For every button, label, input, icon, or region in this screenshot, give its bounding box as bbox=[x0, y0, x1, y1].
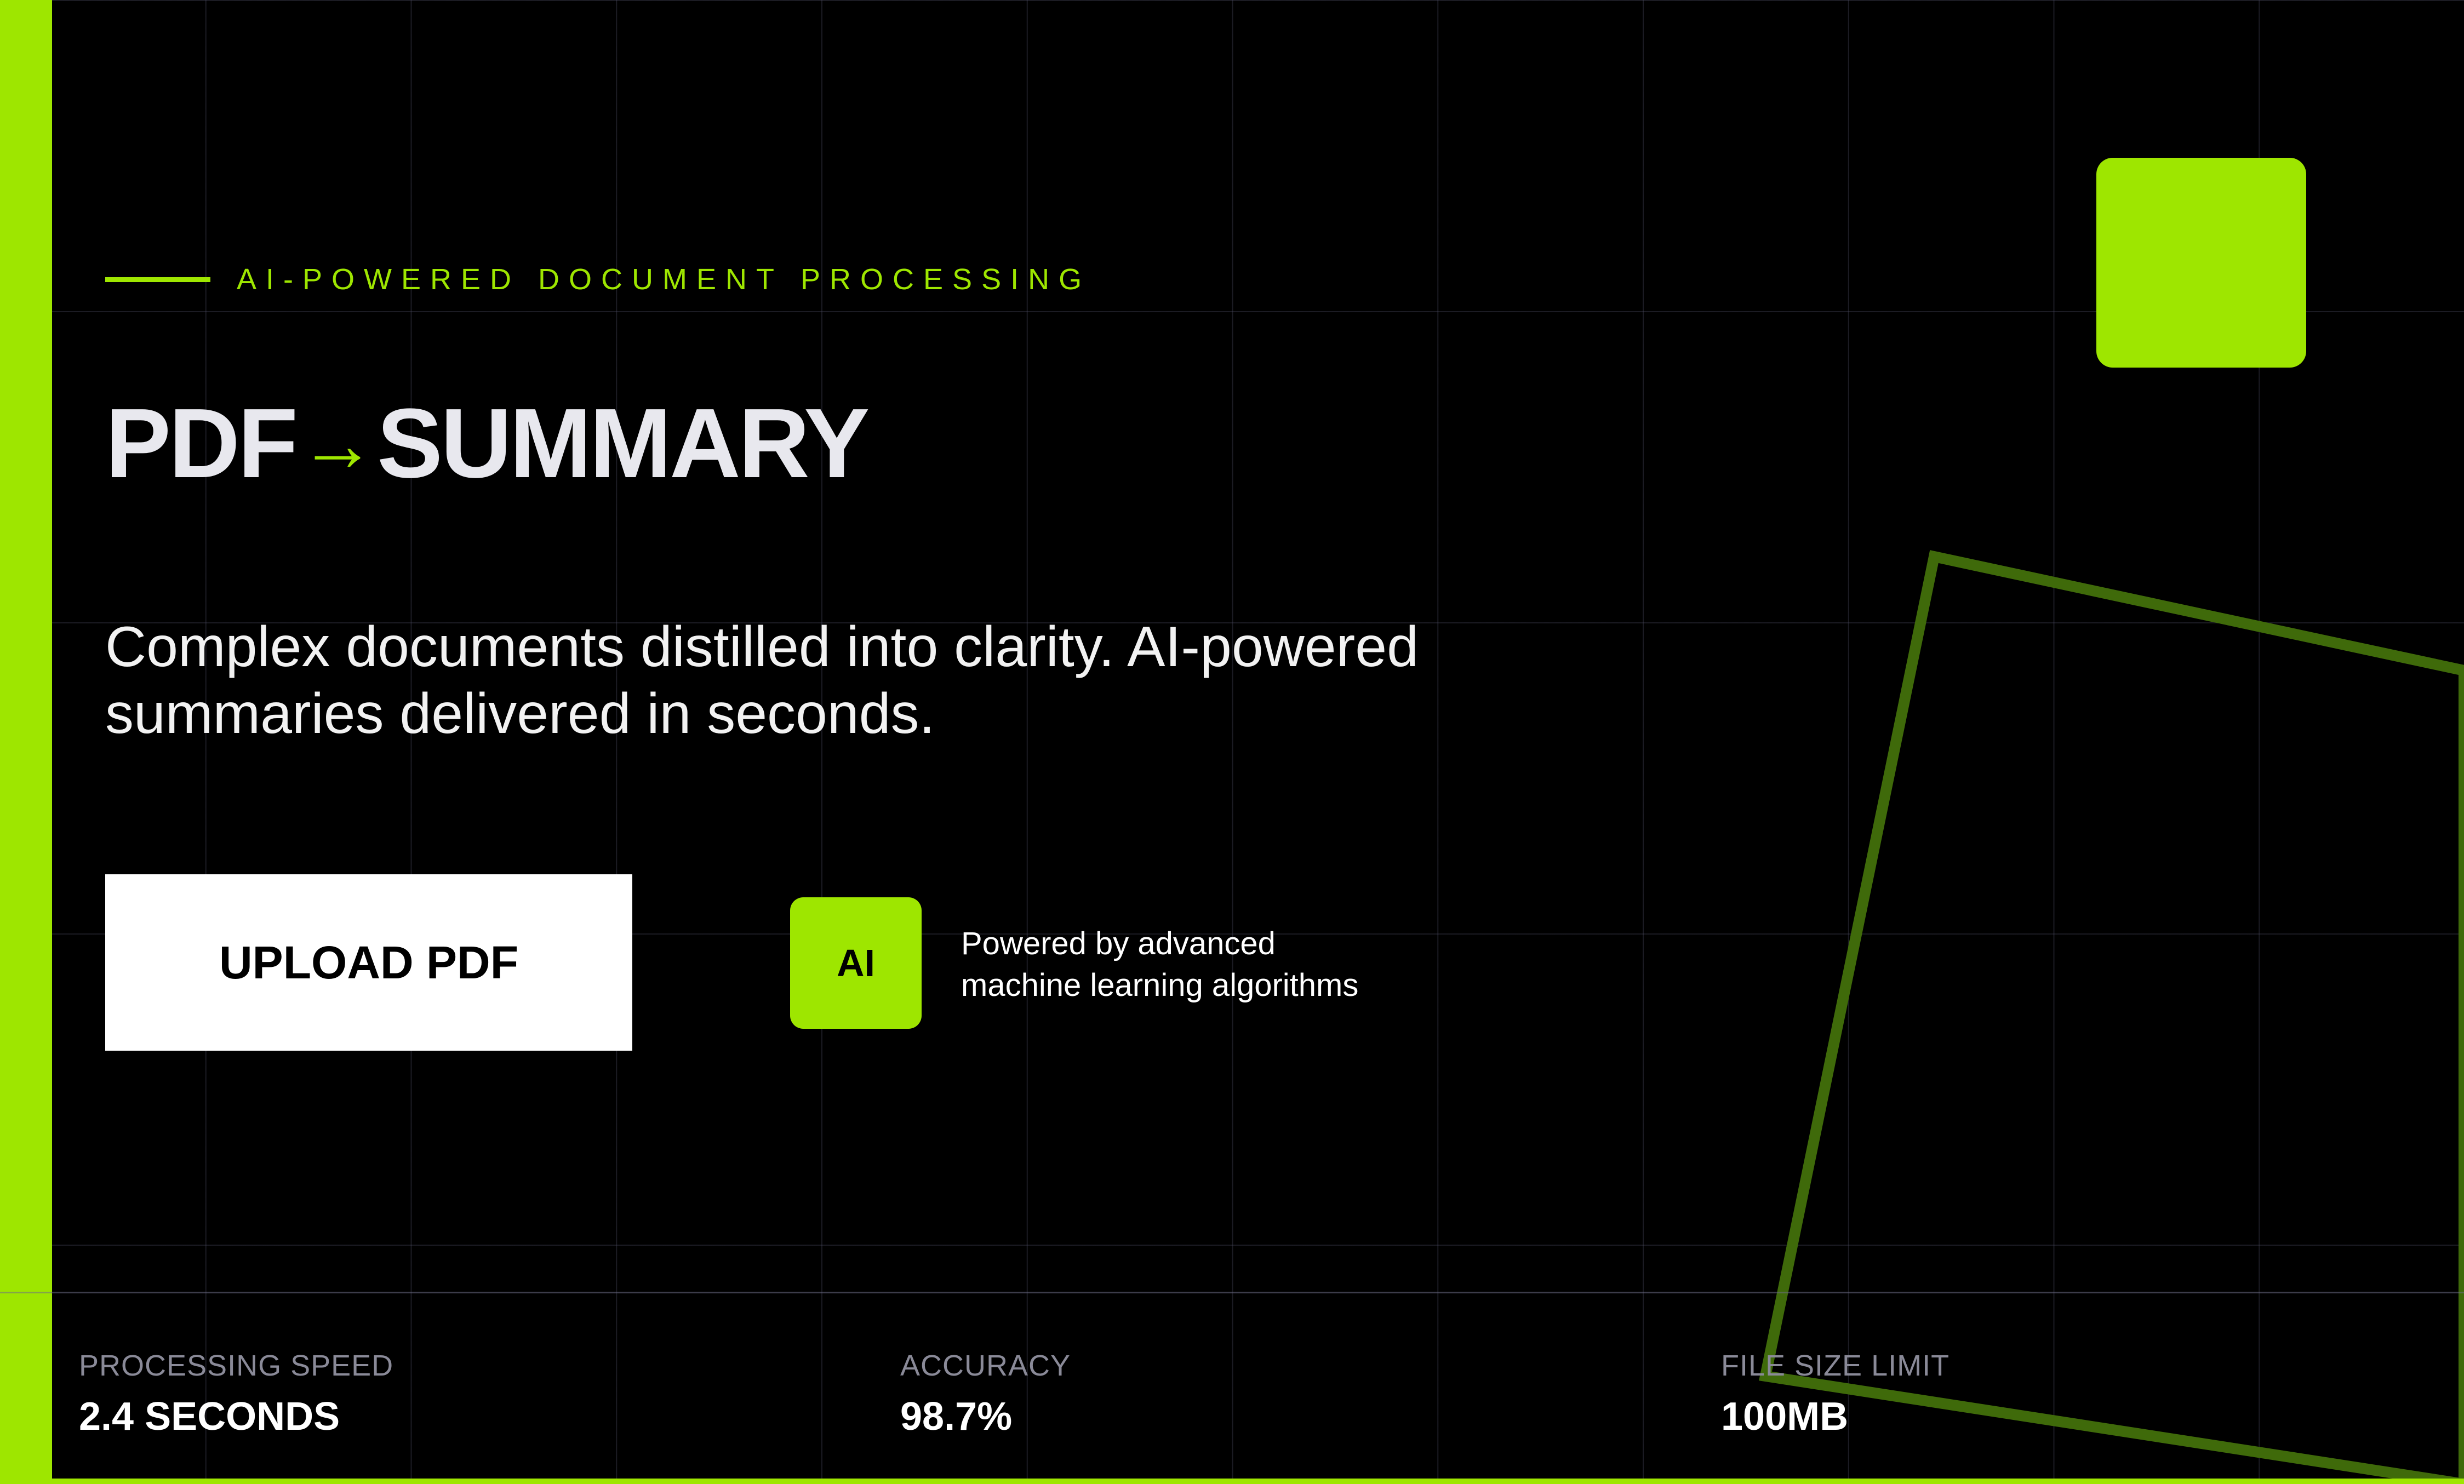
page-title: PDF→SUMMARY bbox=[105, 394, 870, 493]
eyebrow-line bbox=[105, 277, 210, 282]
stat-label: ACCURACY bbox=[900, 1349, 1071, 1382]
stat-label: FILE SIZE LIMIT bbox=[1721, 1349, 1950, 1382]
stat-file-size-limit: FILE SIZE LIMIT 100MB bbox=[1721, 1351, 1950, 1436]
stat-label: PROCESSING SPEED bbox=[79, 1349, 394, 1382]
title-right: SUMMARY bbox=[377, 388, 870, 499]
title-left: PDF bbox=[105, 388, 298, 499]
accent-side-bar bbox=[0, 0, 52, 1484]
decorative-square bbox=[2096, 158, 2306, 368]
eyebrow-text: AI-POWERED DOCUMENT PROCESSING bbox=[237, 263, 1091, 296]
upload-pdf-button[interactable]: UPLOAD PDF bbox=[105, 874, 632, 1051]
stat-value: 98.7% bbox=[900, 1395, 1013, 1439]
stat-processing-speed: PROCESSING SPEED 2.4 SECONDS bbox=[79, 1351, 393, 1436]
ai-caption-line-1: Powered by advanced bbox=[961, 926, 1276, 961]
accent-bottom-line bbox=[0, 1479, 2464, 1484]
eyebrow: AI-POWERED DOCUMENT PROCESSING bbox=[105, 263, 1091, 296]
page-subtitle: Complex documents distilled into clarity… bbox=[105, 615, 1419, 746]
stat-accuracy: ACCURACY 98.7% bbox=[900, 1351, 1071, 1436]
stats-divider bbox=[0, 1292, 2464, 1293]
stat-value: 100MB bbox=[1721, 1395, 1849, 1439]
ai-caption: Powered by advanced machine learning alg… bbox=[961, 923, 1454, 1006]
arrow-right-icon: → bbox=[299, 401, 376, 487]
landing-page: AI-POWERED DOCUMENT PROCESSING PDF→SUMMA… bbox=[0, 0, 2464, 1484]
ai-badge-icon: AI bbox=[790, 897, 922, 1029]
stat-value: 2.4 SECONDS bbox=[79, 1395, 340, 1439]
ai-caption-line-2: machine learning algorithms bbox=[961, 967, 1359, 1003]
